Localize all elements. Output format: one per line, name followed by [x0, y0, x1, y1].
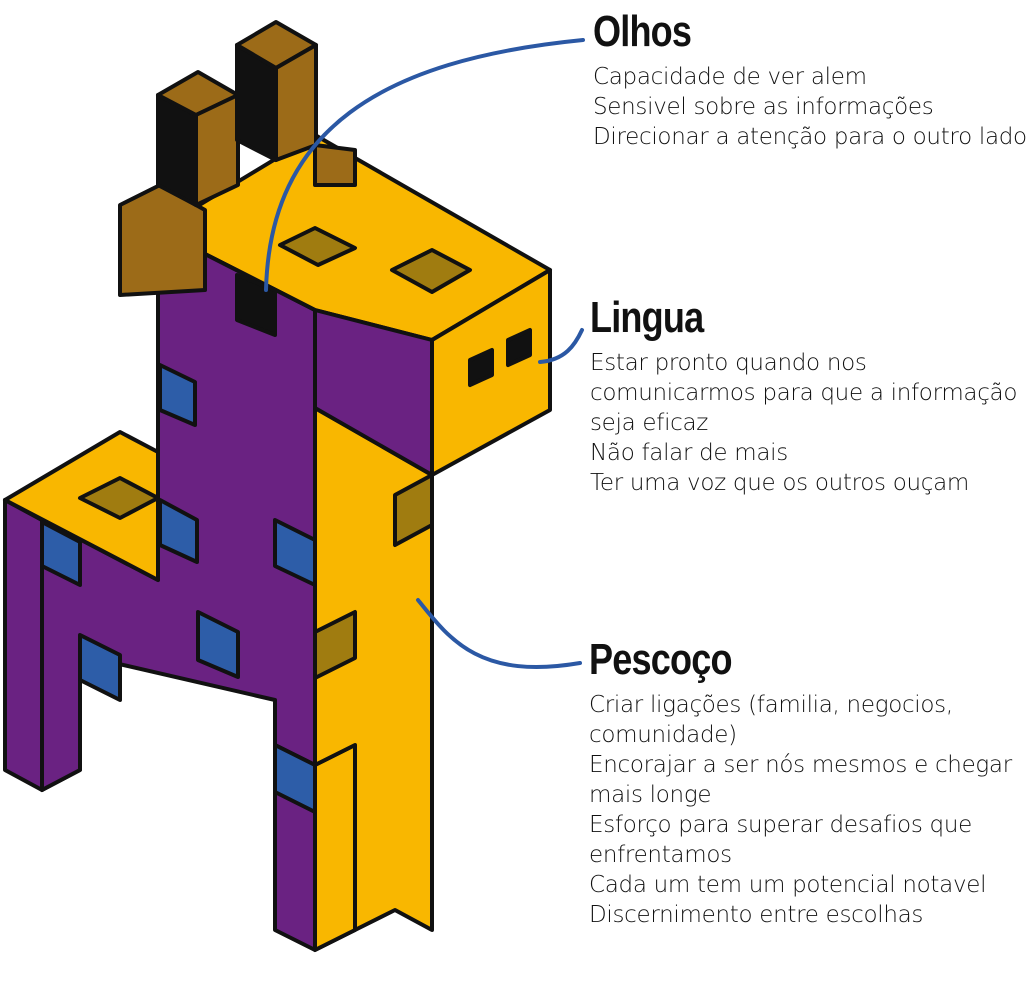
callout-line: comunicarmos para que a informação — [590, 380, 1018, 407]
callout-lingua: Lingua Estar pronto quando nos comunicar… — [590, 293, 1017, 498]
callout-line: Encorajar a ser nós mesmos e chegar — [589, 752, 1012, 779]
pescoco-callout-line — [416, 598, 582, 669]
callout-list: Estar pronto quando nos comunicarmos par… — [590, 348, 1017, 498]
callout-line: Esforço para superar desafios que — [589, 812, 972, 839]
callout-line: mais longe — [589, 782, 712, 809]
callout-list: Criar ligações (familia, negocios, comun… — [589, 690, 1012, 930]
callout-line: Sensivel sobre as informações — [593, 94, 934, 121]
callout-title: Pescoço — [589, 635, 732, 684]
callout-line: Ter uma voz que os outros ouçam — [590, 470, 969, 497]
callout-line: enfrentamos — [589, 842, 732, 869]
callout-line: seja eficaz — [590, 410, 709, 437]
callout-pescoco: Pescoço Criar ligações (familia, negocio… — [589, 635, 1012, 930]
horn-right-front — [274, 43, 318, 162]
callout-line: Estar pronto quando nos — [590, 350, 867, 377]
callout-line: Discernimento entre escolhas — [589, 902, 924, 929]
callout-line: Cada um tem um potencial notavel — [589, 872, 987, 899]
callout-line: Criar ligações (familia, negocios, — [589, 692, 953, 719]
callout-olhos: Olhos Capacidade de ver alem Sensivel so… — [593, 7, 1027, 152]
callout-title: Lingua — [590, 293, 704, 342]
callout-line: Capacidade de ver alem — [593, 64, 867, 91]
callout-list: Capacidade de ver alem Sensivel sobre as… — [593, 62, 1027, 152]
callout-line: comunidade) — [589, 722, 737, 749]
horn-left-front — [194, 93, 240, 207]
callout-line: Não falar de mais — [590, 440, 788, 467]
callout-title: Olhos — [593, 7, 692, 56]
back-leg-front-side — [313, 743, 357, 952]
callout-line: Direcionar a atenção para o outro lado — [593, 124, 1027, 151]
ear-right — [313, 143, 357, 187]
front-leg-left — [3, 498, 44, 792]
